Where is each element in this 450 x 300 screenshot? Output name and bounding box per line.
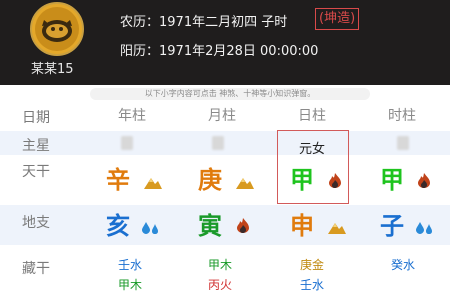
- water-drops-icon: [142, 222, 158, 234]
- solar-date: 阳历：1971年2月28日 00:00:00: [120, 44, 319, 59]
- col-header-hour: 时柱: [388, 108, 416, 124]
- zhi-month[interactable]: 寅: [195, 211, 225, 241]
- row-label-zhuxing: 主星: [22, 138, 50, 154]
- pig-emblem-icon: [35, 7, 79, 51]
- row-zhuxing-bg: [0, 131, 450, 155]
- fire-icon: [329, 173, 341, 188]
- cang-hour-1[interactable]: 癸水: [363, 256, 443, 273]
- lunar-date: 农历：1971年二月初四 子时: [120, 15, 288, 30]
- cang-day-1[interactable]: 庚金: [272, 256, 352, 273]
- mountain-icon: [144, 178, 162, 189]
- col-header-day: 日柱: [298, 108, 326, 124]
- row-label-date: 日期: [22, 110, 50, 126]
- username: 某某15: [31, 62, 74, 77]
- cang-month-1[interactable]: 甲木: [180, 256, 260, 273]
- gan-hour[interactable]: 甲: [377, 165, 407, 195]
- avatar[interactable]: [30, 2, 84, 56]
- row-label-tiangan: 天干: [22, 164, 50, 180]
- water-drops-icon: [416, 222, 432, 234]
- mountain-icon: [328, 223, 346, 234]
- col-header-year: 年柱: [118, 108, 146, 124]
- zhi-day[interactable]: 申: [287, 211, 317, 241]
- cang-year-1[interactable]: 壬水: [90, 256, 170, 273]
- col-header-month: 月柱: [208, 108, 236, 124]
- row-label-canggan: 藏干: [22, 261, 50, 277]
- redacted-star-hour: [397, 136, 409, 150]
- cang-month-2[interactable]: 丙火: [180, 276, 260, 293]
- mountain-icon: [236, 178, 254, 189]
- cang-year-2[interactable]: 甲木: [90, 276, 170, 293]
- redacted-star-month: [212, 136, 224, 150]
- gan-year[interactable]: 辛: [103, 165, 133, 195]
- gender-tag: (坤造): [315, 8, 360, 30]
- gan-month[interactable]: 庚: [195, 165, 225, 195]
- row-label-dizhi: 地支: [22, 215, 50, 231]
- zhi-year[interactable]: 亥: [103, 211, 133, 241]
- tip-banner: 以下小字内容可点击 神煞、十神等小知识弹窗。: [90, 88, 370, 100]
- redacted-star-year: [121, 136, 133, 150]
- zhi-hour[interactable]: 子: [377, 211, 407, 241]
- chart-header: 某某15 农历：1971年二月初四 子时 (坤造) 阳历：1971年2月28日 …: [0, 0, 450, 85]
- cang-day-2[interactable]: 壬水: [272, 276, 352, 293]
- fire-icon: [237, 218, 249, 233]
- fire-icon: [418, 173, 430, 188]
- gan-day[interactable]: 甲: [287, 165, 317, 195]
- day-star-label[interactable]: 元女: [272, 138, 352, 157]
